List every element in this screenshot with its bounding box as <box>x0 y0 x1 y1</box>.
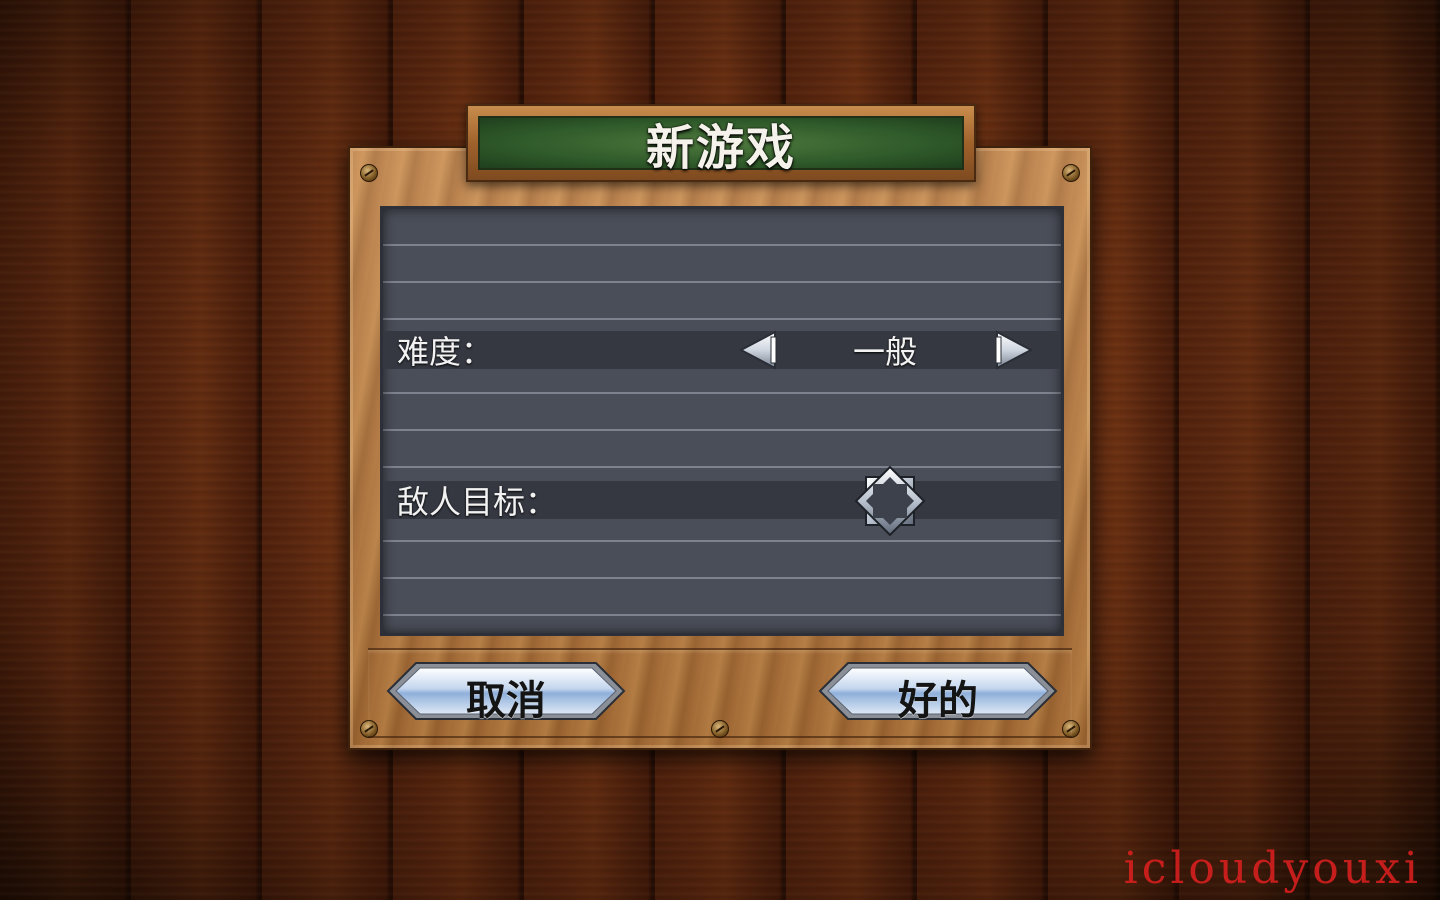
ok-label: 好的 <box>898 678 978 724</box>
watermark-text: icloudyouxi <box>1123 843 1422 894</box>
screw-icon <box>1062 164 1080 182</box>
difficulty-value: 一般 <box>853 333 918 371</box>
difficulty-label: 难度： <box>397 333 494 371</box>
title-plaque: 新游戏 <box>466 104 976 182</box>
screw-icon <box>360 164 378 182</box>
enemy-goal-label: 敌人目标： <box>397 483 558 521</box>
arrow-right-icon <box>995 330 1033 370</box>
cancel-button[interactable]: 取消 <box>386 660 626 724</box>
page-title: 新游戏 <box>645 120 796 176</box>
arrow-left-icon <box>739 330 777 370</box>
difficulty-next-button[interactable] <box>993 329 1033 371</box>
ok-button[interactable]: 好的 <box>818 660 1058 724</box>
cancel-label: 取消 <box>466 678 546 724</box>
title-panel: 新游戏 <box>478 116 964 176</box>
difficulty-row: 难度： 一般 <box>383 329 1061 371</box>
settings-board: 难度： 一般 敌人目标： <box>380 206 1064 636</box>
octagram-checkbox-icon <box>854 465 926 537</box>
enemy-goal-checkbox[interactable] <box>853 464 927 538</box>
enemy-goal-row: 敌人目标： <box>383 465 1061 537</box>
difficulty-prev-button[interactable] <box>739 329 779 371</box>
new-game-dialog: 难度： 一般 敌人目标： 取消 好的 <box>348 146 1092 750</box>
